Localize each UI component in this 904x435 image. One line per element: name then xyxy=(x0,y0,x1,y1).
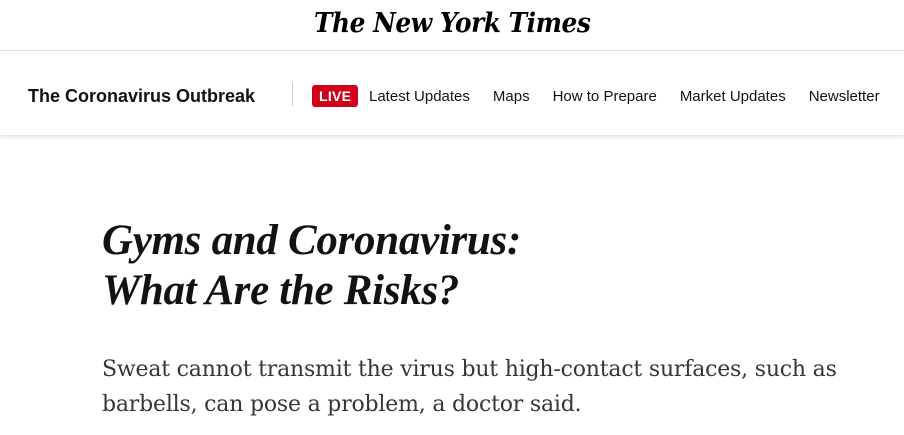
article-summary: Sweat cannot transmit the virus but high… xyxy=(102,357,837,417)
article-headline: Gyms and Coronavirus: What Are the Risks… xyxy=(102,216,802,316)
nav-link-market-updates[interactable]: Market Updates xyxy=(680,88,786,106)
nav-link-maps[interactable]: Maps xyxy=(493,88,530,106)
nav-link-latest-updates[interactable]: Latest Updates xyxy=(369,88,470,106)
nav-divider xyxy=(292,82,293,106)
section-title-link[interactable]: The Coronavirus Outbreak xyxy=(28,86,255,106)
headline-line-1: Gyms and Coronavirus: xyxy=(102,217,521,264)
nav-links: Latest Updates Maps How to Prepare Market U… xyxy=(369,88,903,106)
headline-line-2: What Are the Risks? xyxy=(102,267,460,314)
nav-link-how-to-prepare[interactable]: How to Prepare xyxy=(553,88,657,106)
section-navigation: The Coronavirus Outbreak LIVE Latest Upd… xyxy=(0,51,904,135)
masthead: The New York Times xyxy=(0,0,904,51)
live-badge[interactable]: LIVE xyxy=(312,85,359,107)
nyt-logo[interactable]: The New York Times xyxy=(314,6,591,42)
nav-link-newsletter[interactable]: Newsletter xyxy=(809,88,880,106)
